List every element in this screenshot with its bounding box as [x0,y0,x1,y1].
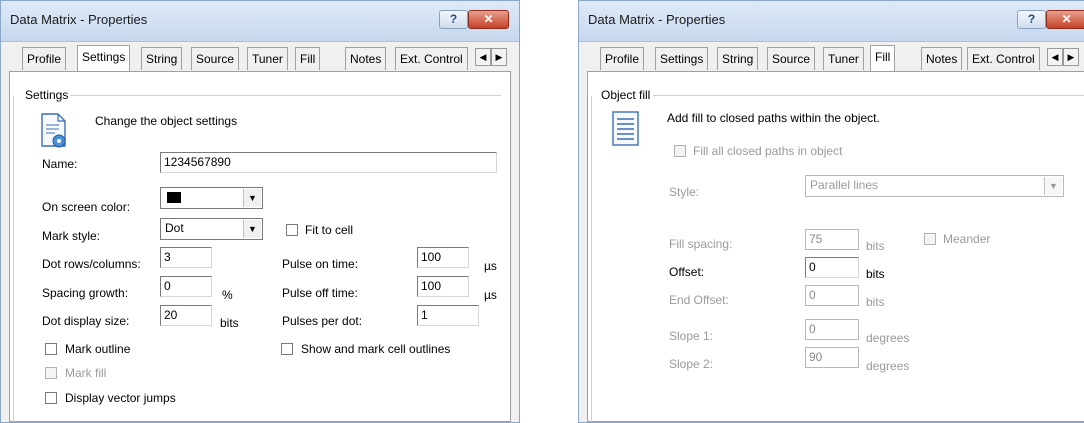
help-button[interactable]: ? [439,10,468,29]
mark-style-label: Mark style: [42,229,101,243]
group-border [13,96,14,422]
mark-style-value: Dot [165,221,184,235]
tab-scroll-left-button[interactable]: ◀ [1047,48,1063,66]
fill-spacing-label: Fill spacing: [669,237,733,251]
offset-label: Offset: [669,265,705,279]
tab-notes[interactable]: Notes [345,47,387,70]
spacing-growth-label: Spacing growth: [42,286,129,300]
end-offset-label: End Offset: [669,293,729,307]
tab-string[interactable]: String [141,47,183,70]
on-screen-color-label: On screen color: [42,200,131,214]
settings-document-icon [41,113,66,148]
fill-spacing-input[interactable]: 75 [805,229,859,250]
left-dialog: Data Matrix - Properties ? ✕ Profile Set… [0,0,520,423]
show-cell-outlines-label: Show and mark cell outlines [301,342,451,356]
style-dropdown[interactable]: Parallel lines ▼ [805,175,1064,197]
dot-rows-input[interactable]: 3 [160,247,212,268]
fill-spacing-unit: bits [866,239,885,253]
offset-input[interactable]: 0 [805,257,859,278]
title-bar: Data Matrix - Properties ? ✕ [579,1,1084,42]
tab-scroll-left-button[interactable]: ◀ [475,48,491,66]
close-button[interactable]: ✕ [1046,10,1084,29]
mark-fill-label: Mark fill [65,366,107,380]
mark-style-dropdown[interactable]: Dot ▼ [160,218,263,240]
tab-ext-control[interactable]: Ext. Control [395,47,468,70]
show-cell-outlines-checkbox[interactable] [281,343,293,355]
slope1-label: Slope 1: [669,329,714,343]
slope2-label: Slope 2: [669,357,714,371]
pulses-per-dot-label: Pulses per dot: [282,314,363,328]
help-button[interactable]: ? [1017,10,1046,29]
chevron-down-icon: ▼ [243,189,261,207]
slope1-unit: degrees [866,331,910,345]
pulse-on-unit: µs [484,259,497,273]
pulse-off-unit: µs [484,288,497,302]
dialog-title: Data Matrix - Properties [10,12,148,27]
fill-all-label: Fill all closed paths in object [693,144,843,158]
fill-document-icon [612,111,639,146]
meander-label: Meander [943,232,991,246]
pulses-per-dot-input[interactable]: 1 [417,305,479,326]
tab-scroll-right-button[interactable]: ▶ [491,48,507,66]
pulse-on-label: Pulse on time: [282,257,359,271]
tab-settings[interactable]: Settings [77,45,131,71]
group-divider [653,95,1084,96]
chevron-down-icon: ▼ [243,220,261,238]
tab-scroll-right-button[interactable]: ▶ [1063,48,1079,66]
tab-source[interactable]: Source [767,47,816,70]
chevron-down-icon: ▼ [1044,177,1062,195]
dot-rows-label: Dot rows/columns: [42,257,141,271]
mark-outline-label: Mark outline [65,342,131,356]
tab-profile[interactable]: Profile [22,47,67,70]
on-screen-color-dropdown[interactable]: ▼ [160,187,263,209]
tab-fill[interactable]: Fill [870,45,896,71]
pulse-on-input[interactable]: 100 [417,247,469,268]
end-offset-input[interactable]: 0 [805,285,859,306]
settings-description: Change the object settings [95,114,238,128]
tab-fill[interactable]: Fill [295,47,321,70]
pulse-off-label: Pulse off time: [282,286,358,300]
tab-settings[interactable]: Settings [655,47,709,70]
fit-to-cell-label: Fit to cell [305,223,354,237]
tab-notes[interactable]: Notes [921,47,963,70]
style-label: Style: [669,185,700,199]
style-value: Parallel lines [810,178,879,192]
tab-string[interactable]: String [717,47,759,70]
dialog-title: Data Matrix - Properties [588,12,726,27]
dot-display-size-unit: bits [220,316,239,330]
spacing-growth-unit: % [222,288,233,302]
end-offset-unit: bits [866,295,885,309]
fill-description: Add fill to closed paths within the obje… [667,111,880,125]
group-title: Settings [25,88,71,102]
color-swatch [167,192,181,203]
tab-profile[interactable]: Profile [600,47,645,70]
spacing-growth-input[interactable]: 0 [160,276,212,297]
slope2-unit: degrees [866,359,910,373]
right-dialog: Data Matrix - Properties ? ✕ Profile Set… [578,0,1084,423]
display-vector-jumps-checkbox[interactable] [45,392,57,404]
mark-fill-checkbox[interactable] [45,367,57,379]
name-input[interactable]: 1234567890 [160,152,497,173]
fit-to-cell-checkbox[interactable] [286,224,298,236]
offset-unit: bits [866,267,885,281]
pulse-off-input[interactable]: 100 [417,276,469,297]
slope2-input[interactable]: 90 [805,347,859,368]
slope1-input[interactable]: 0 [805,319,859,340]
mark-outline-checkbox[interactable] [45,343,57,355]
dot-display-size-input[interactable]: 20 [160,305,212,326]
fill-all-checkbox[interactable] [674,145,686,157]
title-bar: Data Matrix - Properties ? ✕ [1,1,519,42]
tab-tuner[interactable]: Tuner [823,47,864,70]
group-divider [69,95,501,96]
name-label: Name: [42,157,78,171]
group-title: Object fill [601,88,653,102]
dot-display-size-label: Dot display size: [42,314,130,328]
close-button[interactable]: ✕ [468,10,509,29]
display-vector-jumps-label: Display vector jumps [65,391,176,405]
tab-source[interactable]: Source [191,47,240,70]
group-border [591,96,592,422]
tab-tuner[interactable]: Tuner [247,47,288,70]
tab-ext-control[interactable]: Ext. Control [967,47,1040,70]
meander-checkbox[interactable] [924,233,936,245]
